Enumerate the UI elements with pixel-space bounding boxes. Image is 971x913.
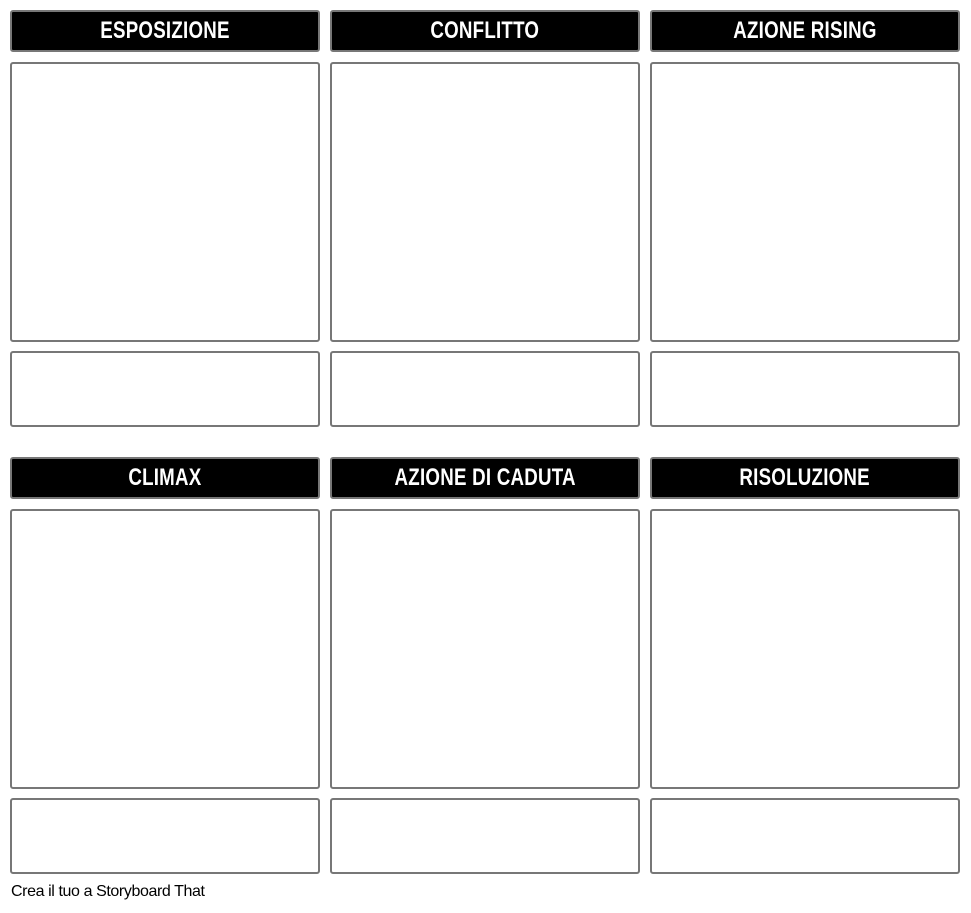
cell-image-area[interactable] <box>330 509 640 789</box>
cell-description-area[interactable] <box>10 798 320 874</box>
cell-title[interactable]: AZIONE RISING <box>650 10 960 52</box>
cell-title-text: RISOLUZIONE <box>739 464 871 491</box>
cell-image-area[interactable] <box>650 509 960 789</box>
cell-title-text: AZIONE DI CADUTA <box>394 464 576 491</box>
cell-title-text: AZIONE RISING <box>733 17 877 44</box>
cell-title[interactable]: ESPOSIZIONE <box>10 10 320 52</box>
footer-credit[interactable]: Crea il tuo a Storyboard That <box>11 883 205 901</box>
cell-title-text: ESPOSIZIONE <box>100 17 230 44</box>
cell-description-area[interactable] <box>650 798 960 874</box>
cell-title[interactable]: AZIONE DI CADUTA <box>330 457 640 499</box>
cell-title[interactable]: RISOLUZIONE <box>650 457 960 499</box>
cell-description-area[interactable] <box>650 351 960 427</box>
cell-image-area[interactable] <box>330 62 640 342</box>
cell-image-area[interactable] <box>10 62 320 342</box>
cell-title[interactable]: CONFLITTO <box>330 10 640 52</box>
cell-title[interactable]: CLIMAX <box>10 457 320 499</box>
cell-title-text: CLIMAX <box>128 464 202 491</box>
cell-image-area[interactable] <box>650 62 960 342</box>
cell-description-area[interactable] <box>330 798 640 874</box>
cell-title-text: CONFLITTO <box>430 17 540 44</box>
cell-image-area[interactable] <box>10 509 320 789</box>
cell-description-area[interactable] <box>330 351 640 427</box>
cell-description-area[interactable] <box>10 351 320 427</box>
